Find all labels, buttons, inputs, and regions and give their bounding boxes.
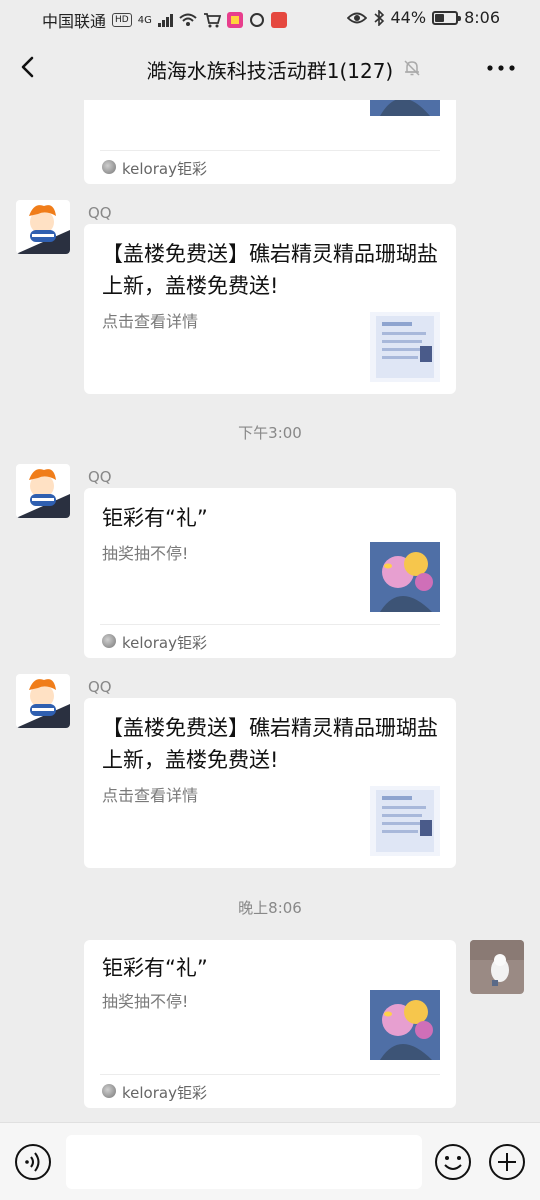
source-icon [102,634,116,648]
circle-app-icon [249,13,264,27]
cart-icon [203,13,221,28]
avatar[interactable] [16,674,70,728]
message-card[interactable]: 【盖楼免费送】礁岩精灵精品珊瑚盐上新，盖楼免费送! 点击查看详情 [84,224,456,394]
red-app-icon [270,12,287,28]
battery-icon [432,10,462,25]
card-description: 点击查看详情 [102,786,199,805]
clock: 8:06 [464,8,500,27]
card-title: 钜彩有“礼” [102,956,208,980]
card-description: 点击查看详情 [102,312,199,331]
card-source: keloray钜彩 [122,160,207,178]
card-thumbnail [370,100,440,116]
eye-icon [346,12,367,23]
battery-level [435,13,445,22]
more-dots-icon[interactable] [486,58,516,78]
card-thumbnail [370,786,440,856]
hd-badge: HD [112,13,132,27]
card-footer: keloray钜彩 [100,1074,440,1108]
wifi-icon [179,13,197,26]
sender-name: QQ [88,204,112,222]
self-avatar[interactable] [470,940,524,994]
card-description: 抽奖抽不停! [102,992,189,1011]
sender-name: QQ [88,468,112,486]
chat-title: 澔海水族科技活动群1(127) [146,59,394,83]
status-left: 中国联通 HD 4G [42,8,287,32]
network-type: 4G [137,14,152,26]
sender-name: QQ [88,678,112,696]
signal-icon [157,13,173,27]
source-icon [102,1084,116,1098]
avatar[interactable] [16,464,70,518]
mute-bell-icon [404,60,420,76]
card-thumbnail [370,312,440,382]
chat-header: 澔海水族科技活动群1(127) [0,36,540,100]
timestamp: 下午3:00 [238,424,302,442]
message-input[interactable] [66,1135,422,1189]
bluetooth-icon [373,9,384,26]
message-card[interactable]: 【盖楼免费送】礁岩精灵精品珊瑚盐上新，盖楼免费送! 点击查看详情 [84,698,456,868]
message-card-sent[interactable]: 钜彩有“礼” 抽奖抽不停! keloray钜彩 [84,940,456,1108]
avatar[interactable] [16,200,70,254]
card-title: 钜彩有“礼” [102,506,208,530]
status-right: 44% 8:06 [346,8,500,27]
carrier-label: 中国联通 [42,12,107,31]
timestamp: 晚上8:06 [238,899,302,917]
emoji-icon[interactable] [434,1143,472,1181]
input-bar [0,1122,540,1200]
message-list[interactable]: keloray钜彩 QQ 【盖楼免费送】礁岩精灵精品珊瑚盐上新，盖楼免费送! 点… [0,100,540,1122]
card-footer: keloray钜彩 [100,150,440,184]
card-footer: keloray钜彩 [100,624,440,658]
status-bar: 中国联通 HD 4G 44% 8:06 [0,0,540,36]
app-icon [226,12,243,28]
card-thumbnail [370,542,440,612]
message-card[interactable]: keloray钜彩 [84,100,456,184]
card-source: keloray钜彩 [122,1084,207,1102]
card-title: 【盖楼免费送】礁岩精灵精品珊瑚盐上新，盖楼免费送! [102,242,438,298]
card-description: 抽奖抽不停! [102,544,189,563]
card-source: keloray钜彩 [122,634,207,652]
card-thumbnail [370,990,440,1060]
card-title: 【盖楼免费送】礁岩精灵精品珊瑚盐上新，盖楼免费送! [102,716,438,772]
plus-icon[interactable] [488,1143,526,1181]
source-icon [102,160,116,174]
battery-percent: 44% [390,8,427,27]
voice-icon[interactable] [14,1143,52,1181]
message-card[interactable]: 钜彩有“礼” 抽奖抽不停! keloray钜彩 [84,488,456,658]
